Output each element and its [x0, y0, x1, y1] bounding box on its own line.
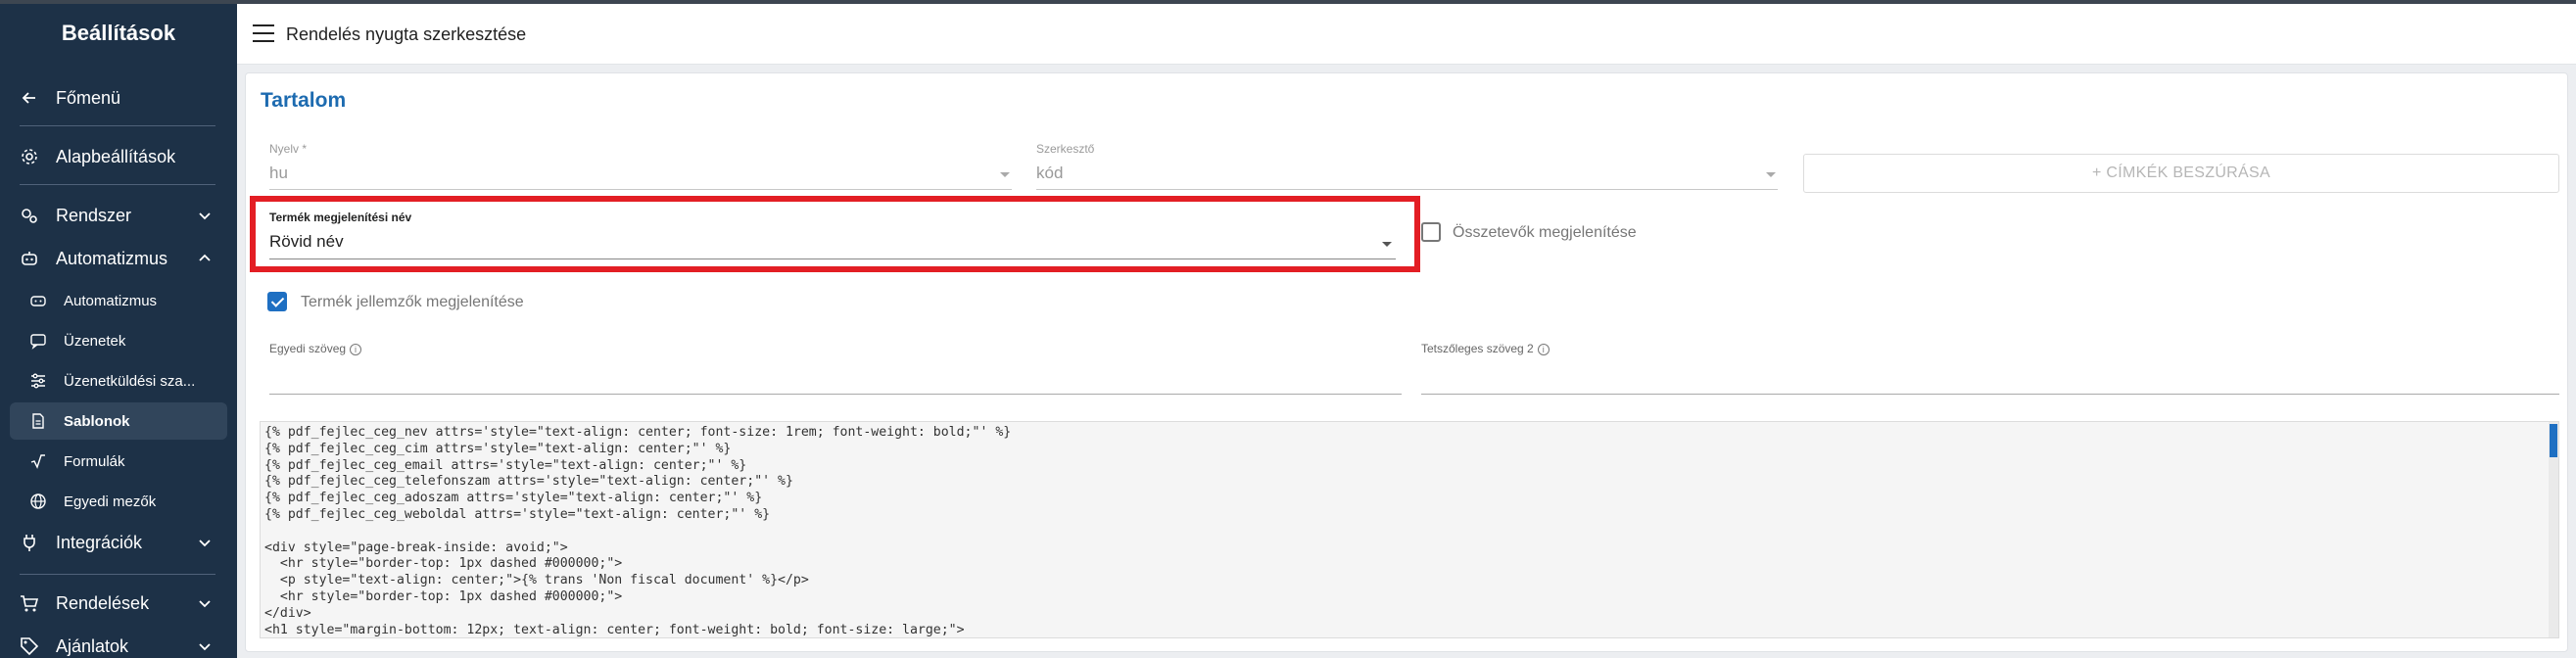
gears-icon: [22, 209, 37, 223]
globe-icon: [30, 494, 46, 509]
product-display-name-label: Termék megjelenítési név: [269, 211, 412, 224]
plug-icon: [24, 535, 35, 551]
sliders-icon: [31, 373, 45, 389]
caret-down-icon: [1382, 242, 1392, 247]
info-icon: i: [350, 343, 362, 355]
show-ingredients-label: Összetevők megjelenítése: [1453, 224, 1637, 241]
sidebar-subitem-label: Üzenetek: [64, 332, 126, 350]
code-line: {% pdf_fejlec_ceg_cim attrs='style="text…: [264, 441, 732, 456]
show-product-features-label: Termék jellemzők megjelenítése: [301, 294, 524, 310]
editor-value: kód: [1036, 164, 1064, 182]
sidebar-subitem-label: Üzenetküldési sza...: [64, 372, 196, 390]
sidebar-subitem-formulas[interactable]: Formulák: [10, 443, 227, 480]
tag-icon: [21, 637, 39, 656]
scrollbar-thumb[interactable]: [2550, 424, 2557, 457]
editor-label: Szerkesztő: [1036, 142, 1095, 156]
square-root-icon: [30, 454, 45, 469]
scrollbar[interactable]: [2549, 422, 2558, 637]
sidebar-subitem-label: Egyedi mezők: [64, 493, 157, 510]
cart-icon: [21, 595, 39, 612]
message-icon: [30, 334, 46, 350]
code-line: <hr style="border-top: 1px dashed #00000…: [264, 556, 623, 572]
sidebar-subitem-messages[interactable]: Üzenetek: [10, 322, 227, 359]
sidebar-item-offers[interactable]: Ajánlatok: [0, 629, 237, 658]
robot-icon: [30, 296, 46, 306]
chevron-down-icon: [199, 600, 211, 608]
caret-down-icon: [1766, 172, 1776, 177]
code-line: {% pdf_fejlec_ceg_email attrs='style="te…: [264, 457, 747, 473]
section-title: Tartalom: [261, 89, 347, 112]
content-card: Tartalom Nyelv * hu Szerkesztő kód + CÍM…: [245, 72, 2568, 652]
code-line: {% pdf_fejlec_ceg_weboldal attrs='style=…: [264, 506, 771, 522]
page-title: Rendelés nyugta szerkesztése: [286, 24, 527, 44]
show-ingredients-checkbox[interactable]: [1421, 222, 1441, 242]
arbitrary-text-2-label: Tetszőleges szöveg 2: [1421, 342, 1534, 355]
chevron-down-icon: [199, 540, 211, 547]
highlight-box: [250, 196, 1420, 272]
sidebar-item-system[interactable]: Rendszer: [0, 198, 237, 233]
sidebar-subitem-label: Sablonok: [64, 412, 130, 430]
code-line: {% pdf_fejlec_ceg_telefonszam attrs='sty…: [264, 474, 793, 490]
robot-icon: [22, 252, 37, 265]
sidebar-divider: [20, 574, 215, 575]
sidebar-item-label: Integrációk: [56, 532, 143, 552]
top-header: Rendelés nyugta szerkesztése: [237, 4, 2576, 65]
sidebar-item-automation[interactable]: Automatizmus: [0, 241, 237, 276]
sidebar-item-basic-settings[interactable]: Alapbeállítások: [0, 139, 237, 174]
language-label: Nyelv *: [269, 142, 308, 156]
code-line: {% pdf_fejlec_ceg_adoszam attrs='style="…: [264, 491, 763, 506]
code-line: <hr style="border-top: 1px dashed #00000…: [264, 588, 623, 604]
chevron-up-icon: [199, 254, 211, 261]
code-line: <p style="text-align: center;">{% trans …: [264, 573, 809, 588]
code-line: </div>: [264, 605, 311, 621]
sidebar-item-label: Automatizmus: [56, 248, 168, 268]
sidebar-divider: [20, 184, 215, 185]
info-icon: i: [1537, 343, 1550, 355]
sidebar-subitem-automation[interactable]: Automatizmus: [10, 282, 227, 319]
insert-tags-button[interactable]: + CÍMKÉK BESZÚRÁSA: [1803, 154, 2559, 193]
sidebar-subitem-custom-fields[interactable]: Egyedi mezők: [10, 483, 227, 520]
chevron-down-icon: [199, 212, 211, 220]
sidebar-item-label: Rendszer: [56, 205, 132, 225]
sidebar-subitem-templates[interactable]: Sablonok: [10, 402, 227, 440]
sidebar-item-orders[interactable]: Rendelések: [0, 586, 237, 621]
sidebar-item-label: Alapbeállítások: [56, 146, 176, 166]
sidebar-item-label: Főmenü: [56, 87, 121, 108]
code-line: <h1 style="margin-bottom: 12px; text-ali…: [264, 622, 965, 637]
sidebar-subitem-label: Automatizmus: [64, 292, 158, 309]
code-content: {% pdf_fejlec_ceg_nev attrs='style="text…: [264, 425, 1012, 637]
caret-down-icon: [1000, 172, 1010, 177]
sidebar-item-integrations[interactable]: Integrációk: [0, 525, 237, 560]
product-display-name-value: Rövid név: [269, 232, 344, 251]
document-icon: [32, 413, 44, 429]
gear-icon: [22, 149, 37, 164]
sidebar-divider: [20, 125, 215, 126]
code-line: {% pdf_fejlec_ceg_nev attrs='style="text…: [264, 425, 1012, 440]
sidebar-item-label: Ajánlatok: [56, 635, 129, 656]
chevron-down-icon: [199, 643, 211, 651]
sidebar: Beállítások Főmenü Alapbeállítások Rends…: [0, 4, 237, 658]
sidebar-title: Beállítások: [61, 21, 176, 45]
code-line: <div style="page-break-inside: avoid;">: [264, 540, 568, 555]
custom-text-label: Egyedi szöveg: [269, 342, 347, 355]
sidebar-item-label: Rendelések: [56, 592, 150, 613]
show-product-features-checkbox[interactable]: [267, 292, 287, 311]
language-value: hu: [269, 164, 288, 182]
hamburger-menu-icon[interactable]: [253, 24, 274, 43]
code-editor[interactable]: {% pdf_fejlec_ceg_nev attrs='style="text…: [260, 421, 2559, 638]
sidebar-item-main-menu[interactable]: Főmenü: [0, 80, 237, 116]
arrow-left-icon: [22, 92, 35, 104]
sidebar-subitem-message-sending[interactable]: Üzenetküldési sza...: [10, 362, 227, 400]
sidebar-subitem-label: Formulák: [64, 452, 125, 470]
